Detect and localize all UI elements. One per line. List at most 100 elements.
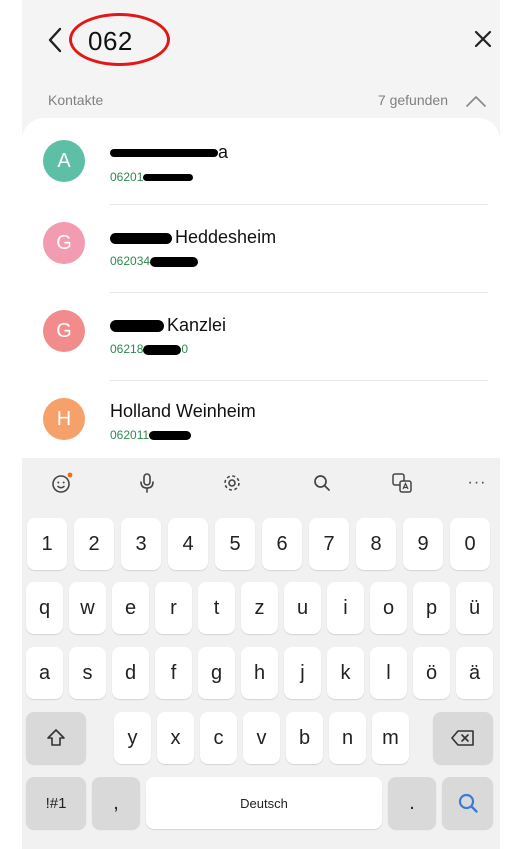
key-m[interactable]: m [372, 712, 409, 764]
key-v[interactable]: v [243, 712, 280, 764]
redaction-mark [143, 344, 182, 355]
key-u[interactable]: u [284, 582, 321, 634]
key-p[interactable]: p [413, 582, 450, 634]
key-4[interactable]: 4 [168, 518, 208, 570]
contact-results-list: A a 06201 G Heddesheim 062034 G Kanzlei … [22, 118, 500, 458]
period-key[interactable]: . [388, 777, 436, 829]
key-z[interactable]: z [241, 582, 278, 634]
key-6[interactable]: 6 [262, 518, 302, 570]
search-icon [314, 475, 330, 491]
keyboard-search-button[interactable] [308, 469, 336, 497]
phone-screen: 062 Kontakte 7 gefunden A a 06201 G Hedd… [22, 0, 500, 849]
key-ue[interactable]: ü [456, 582, 493, 634]
avatar: G [43, 310, 85, 352]
key-2[interactable]: 2 [74, 518, 114, 570]
key-a[interactable]: a [26, 647, 63, 699]
space-key[interactable]: Deutsch [146, 777, 382, 829]
keyboard: 1 2 3 4 5 6 7 8 9 0 q w e r t z u i o p … [22, 508, 500, 849]
keyboard-toolbar: ··· [22, 458, 500, 508]
contact-item[interactable]: G Kanzlei 06218 0 [22, 294, 500, 381]
shift-key[interactable] [26, 712, 86, 764]
contact-name: Kanzlei [110, 315, 226, 336]
search-action-key[interactable] [442, 777, 493, 829]
emoji-icon [52, 472, 73, 493]
key-c[interactable]: c [200, 712, 237, 764]
key-r[interactable]: r [155, 582, 192, 634]
key-8[interactable]: 8 [356, 518, 396, 570]
contact-name: a [110, 142, 228, 163]
key-t[interactable]: t [198, 582, 235, 634]
shift-icon [47, 729, 65, 746]
key-n[interactable]: n [329, 712, 366, 764]
avatar: G [43, 222, 85, 264]
search-header: 062 [22, 0, 500, 80]
key-q[interactable]: q [26, 582, 63, 634]
contact-item[interactable]: H Holland Weinheim 062011 [22, 382, 500, 458]
chevron-up-icon[interactable] [464, 92, 488, 110]
key-9[interactable]: 9 [403, 518, 443, 570]
microphone-icon [140, 473, 154, 493]
redaction-mark [150, 256, 199, 267]
key-3[interactable]: 3 [121, 518, 161, 570]
contacts-section-header: Kontakte 7 gefunden [22, 86, 500, 114]
key-y[interactable]: y [114, 712, 151, 764]
comma-key[interactable]: , [92, 777, 140, 829]
close-button[interactable] [468, 24, 498, 54]
key-h[interactable]: h [241, 647, 278, 699]
red-highlight-circle [69, 13, 170, 66]
key-e[interactable]: e [112, 582, 149, 634]
key-5[interactable]: 5 [215, 518, 255, 570]
key-i[interactable]: i [327, 582, 364, 634]
key-7[interactable]: 7 [309, 518, 349, 570]
key-g[interactable]: g [198, 647, 235, 699]
contact-item[interactable]: A a 06201 [22, 118, 500, 205]
contact-name: Holland Weinheim [110, 401, 256, 421]
key-x[interactable]: x [157, 712, 194, 764]
avatar: A [43, 140, 85, 182]
contact-name: Heddesheim [110, 227, 276, 248]
more-icon: ··· [467, 474, 487, 491]
symbols-key[interactable]: !#1 [26, 777, 86, 829]
key-s[interactable]: s [69, 647, 106, 699]
contact-number: 06201 [110, 170, 194, 184]
settings-button[interactable] [218, 469, 246, 497]
backspace-key[interactable] [433, 712, 493, 764]
key-oe[interactable]: ö [413, 647, 450, 699]
key-b[interactable]: b [286, 712, 323, 764]
emoji-button[interactable] [48, 469, 76, 497]
translate-button[interactable] [388, 469, 416, 497]
redaction-mark [143, 174, 194, 182]
divider [110, 292, 488, 293]
more-button[interactable]: ··· [463, 469, 491, 497]
divider [110, 204, 488, 205]
key-l[interactable]: l [370, 647, 407, 699]
key-j[interactable]: j [284, 647, 321, 699]
key-ae[interactable]: ä [456, 647, 493, 699]
translate-icon [392, 473, 412, 493]
key-f[interactable]: f [155, 647, 192, 699]
back-button[interactable] [42, 22, 68, 58]
key-w[interactable]: w [69, 582, 106, 634]
contact-number: 062034 [110, 254, 199, 268]
redaction-mark [110, 149, 218, 158]
chevron-left-icon [48, 27, 62, 53]
key-d[interactable]: d [112, 647, 149, 699]
contact-item[interactable]: G Heddesheim 062034 [22, 206, 500, 293]
key-0[interactable]: 0 [450, 518, 490, 570]
voice-input-button[interactable] [133, 469, 161, 497]
redaction-mark [110, 320, 164, 333]
contact-number: 062011 [110, 428, 192, 442]
key-o[interactable]: o [370, 582, 407, 634]
section-label: Kontakte [48, 92, 104, 108]
close-icon [474, 30, 492, 48]
avatar: H [43, 398, 85, 440]
backspace-icon [451, 730, 474, 746]
redaction-mark [110, 232, 172, 244]
divider [110, 380, 488, 381]
contact-number: 06218 0 [110, 342, 189, 356]
settings-icon [224, 475, 240, 491]
key-1[interactable]: 1 [27, 518, 67, 570]
key-k[interactable]: k [327, 647, 364, 699]
redaction-mark [149, 431, 192, 441]
found-count: 7 gefunden [377, 92, 448, 108]
